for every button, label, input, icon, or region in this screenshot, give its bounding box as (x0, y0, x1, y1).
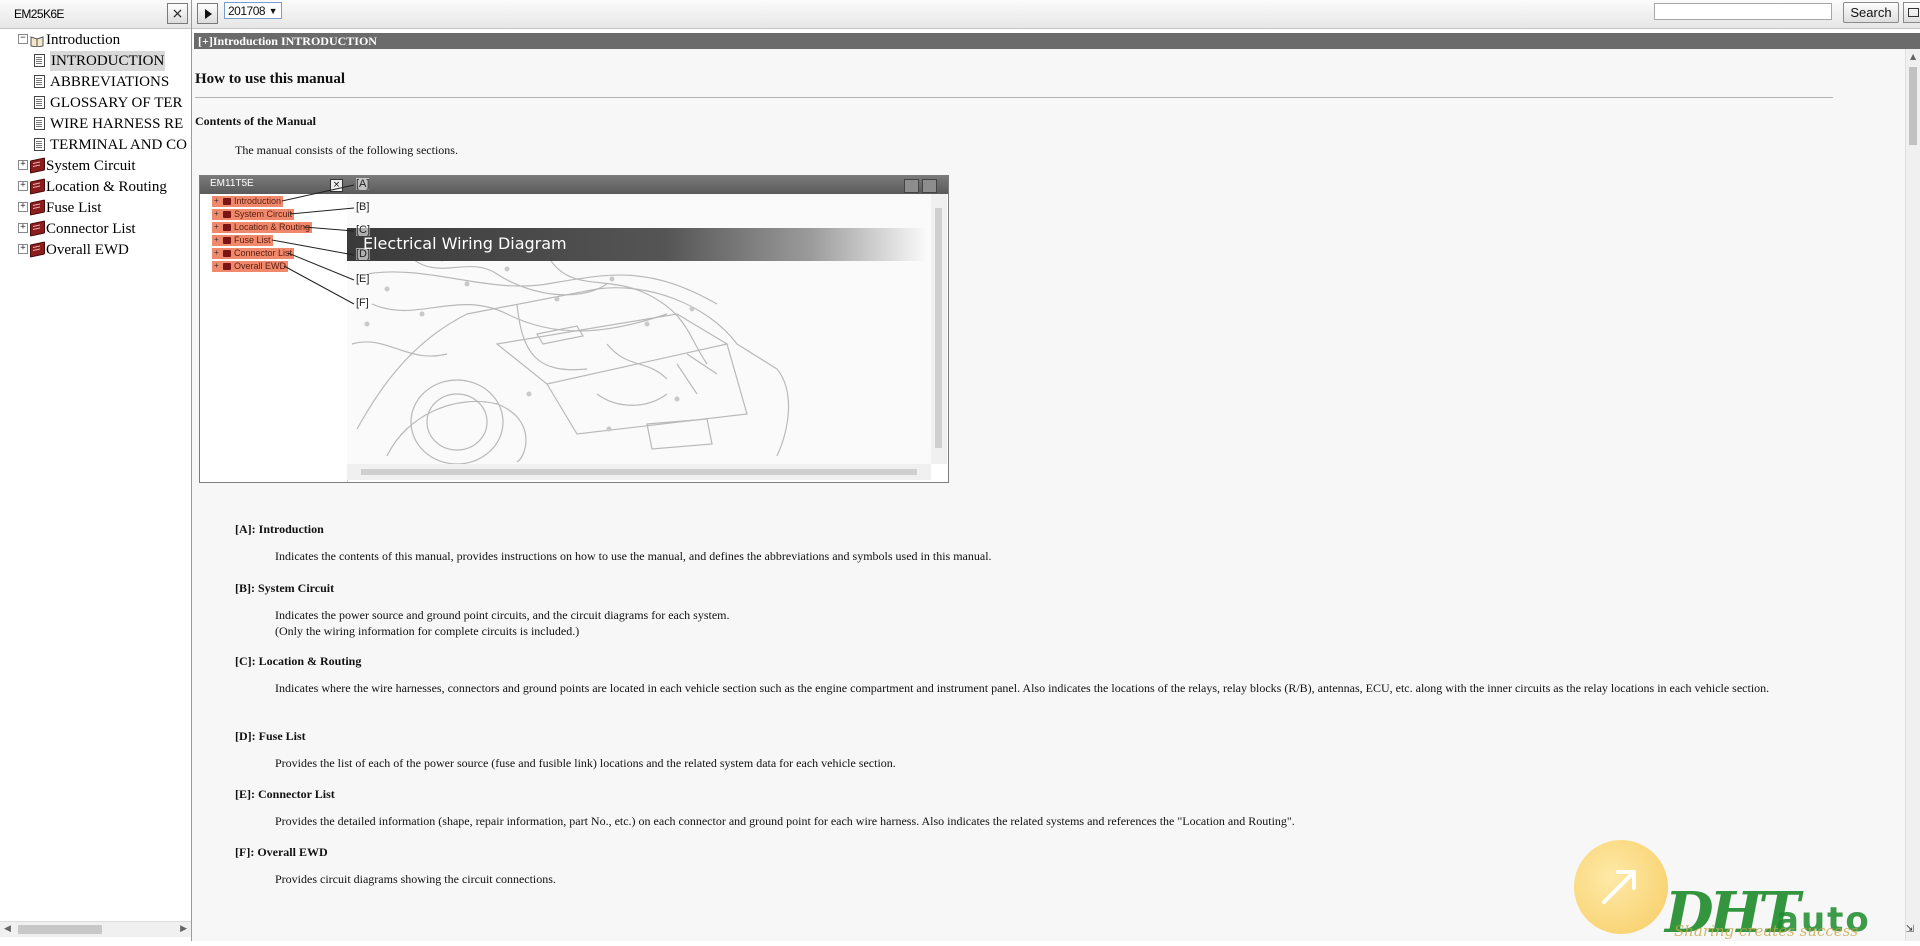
callout-line (303, 226, 355, 232)
navigation-pane: EM25K6E × − Introduction INTRODUCTION ABBRE… (0, 0, 192, 941)
document-content: How to use this manual Contents of the M… (192, 49, 1905, 941)
toolbar: 201708 ▼ Search (192, 0, 1920, 29)
book-icon (30, 241, 45, 258)
callout-label: [F] (356, 297, 369, 309)
tree-item[interactable]: TERMINAL AND CO (0, 135, 191, 155)
tree-item-label: WIRE HARNESS RE (50, 116, 184, 132)
callout-label: [A] (356, 178, 370, 190)
search-button[interactable]: Search (1843, 2, 1899, 23)
callout-label: [B] (356, 201, 370, 213)
callout-label: [D] (356, 248, 371, 260)
page-icon (34, 117, 45, 130)
print-icon[interactable] (1903, 2, 1920, 23)
page-icon (34, 54, 45, 67)
page-icon (34, 138, 45, 151)
section-text: Indicates the power source and ground po… (275, 608, 730, 622)
tree-item-label: System Circuit (46, 158, 136, 174)
document-code: EM25K6E (14, 7, 64, 21)
page-icon (34, 96, 45, 109)
callout-label: [E] (356, 273, 370, 285)
expand-icon[interactable]: + (18, 202, 28, 212)
manual-screenshot-figure: EM11T5E × IntroductionSystem CircuitLoca… (199, 175, 949, 483)
tree-item-label: ABBREVIATIONS (50, 74, 170, 90)
open-book-icon (30, 33, 44, 48)
callout-lines (271, 184, 355, 305)
tree-item[interactable]: GLOSSARY OF TER (0, 93, 191, 113)
tree-item[interactable]: WIRE HARNESS RE (0, 114, 191, 134)
version-select[interactable]: 201708 ▼ (224, 2, 282, 19)
section-text: Provides circuit diagrams showing the ci… (275, 872, 556, 886)
book-icon (30, 199, 45, 216)
expand-icon[interactable]: + (18, 244, 28, 254)
tree-item[interactable]: INTRODUCTION (0, 51, 191, 71)
page-title: How to use this manual (195, 71, 346, 87)
tree-item[interactable]: − Introduction (0, 30, 191, 50)
search-input[interactable] (1654, 3, 1832, 20)
section-heading: [A]: Introduction (235, 522, 324, 536)
section-heading: [D]: Fuse List (235, 729, 306, 743)
tree-horizontal-scrollbar[interactable]: ◀ ▶ (0, 921, 191, 937)
book-icon (30, 220, 45, 237)
resize-grip-icon[interactable]: ⇲ (1906, 924, 1914, 935)
section-heading: [E]: Connector List (235, 787, 335, 801)
tree-item-label: INTRODUCTION (50, 51, 166, 71)
section-text: Provides the list of each of the power s… (275, 756, 896, 770)
tree-item-label: TERMINAL AND CO (50, 137, 187, 153)
tree-item[interactable]: + System Circuit (0, 156, 191, 176)
contents-tree: − Introduction INTRODUCTION ABBREVIATIONS GL… (0, 30, 191, 918)
expand-icon[interactable]: + (18, 160, 28, 170)
expand-icon[interactable]: + (18, 223, 28, 233)
callout-line (281, 184, 355, 202)
scroll-up-icon[interactable]: ▲ (1910, 52, 1916, 61)
intro-text: The manual consists of the following sec… (235, 143, 458, 157)
tree-item-label: Location & Routing (46, 179, 167, 195)
book-icon (30, 178, 45, 195)
expand-icon[interactable]: + (18, 181, 28, 191)
tree-item[interactable]: + Location & Routing (0, 177, 191, 197)
contents-heading: Contents of the Manual (195, 114, 317, 128)
tree-item[interactable]: + Connector List (0, 219, 191, 239)
section-text: Provides the detailed information (shape… (275, 814, 1295, 828)
divider (195, 97, 1833, 98)
callout-line (289, 207, 355, 215)
pane-header: EM25K6E × (0, 0, 191, 29)
scrollbar-thumb[interactable] (1909, 67, 1917, 145)
collapse-icon[interactable]: − (18, 34, 28, 44)
section-heading: [F]: Overall EWD (235, 845, 328, 859)
callout-label: [C] (356, 224, 371, 236)
tree-item-label: GLOSSARY OF TER (50, 95, 183, 111)
section-text: (Only the wiring information for complet… (275, 624, 580, 638)
close-button[interactable]: × (167, 3, 188, 24)
tree-item-label: Introduction (46, 32, 121, 48)
content-scrollbar[interactable]: ▲ (1905, 49, 1920, 941)
tree-item[interactable]: + Fuse List (0, 198, 191, 218)
tree-item-label: Fuse List (46, 200, 102, 216)
tree-item[interactable]: + Overall EWD (0, 240, 191, 260)
section-heading: [B]: System Circuit (235, 581, 335, 595)
callout-line (283, 265, 355, 305)
tree-item[interactable]: ABBREVIATIONS (0, 72, 191, 92)
version-value: 201708 (228, 4, 266, 18)
section-header[interactable]: [+]Introduction INTRODUCTION (194, 33, 1920, 49)
callout-line (287, 252, 355, 281)
tree-item-label: Connector List (46, 221, 136, 237)
scroll-right-icon[interactable]: ▶ (180, 924, 187, 934)
callout-line (271, 239, 355, 256)
section-text: Indicates the contents of this manual, p… (275, 549, 992, 563)
scroll-left-icon[interactable]: ◀ (4, 924, 11, 934)
tree-item-label: Overall EWD (46, 242, 129, 258)
section-text: Indicates where the wire harnesses, conn… (275, 681, 1770, 695)
book-icon (30, 157, 45, 174)
page-icon (34, 75, 45, 88)
chevron-down-icon: ▼ (268, 6, 278, 16)
section-heading: [C]: Location & Routing (235, 654, 362, 668)
scrollbar-thumb[interactable] (18, 925, 102, 934)
play-button[interactable] (197, 3, 218, 24)
